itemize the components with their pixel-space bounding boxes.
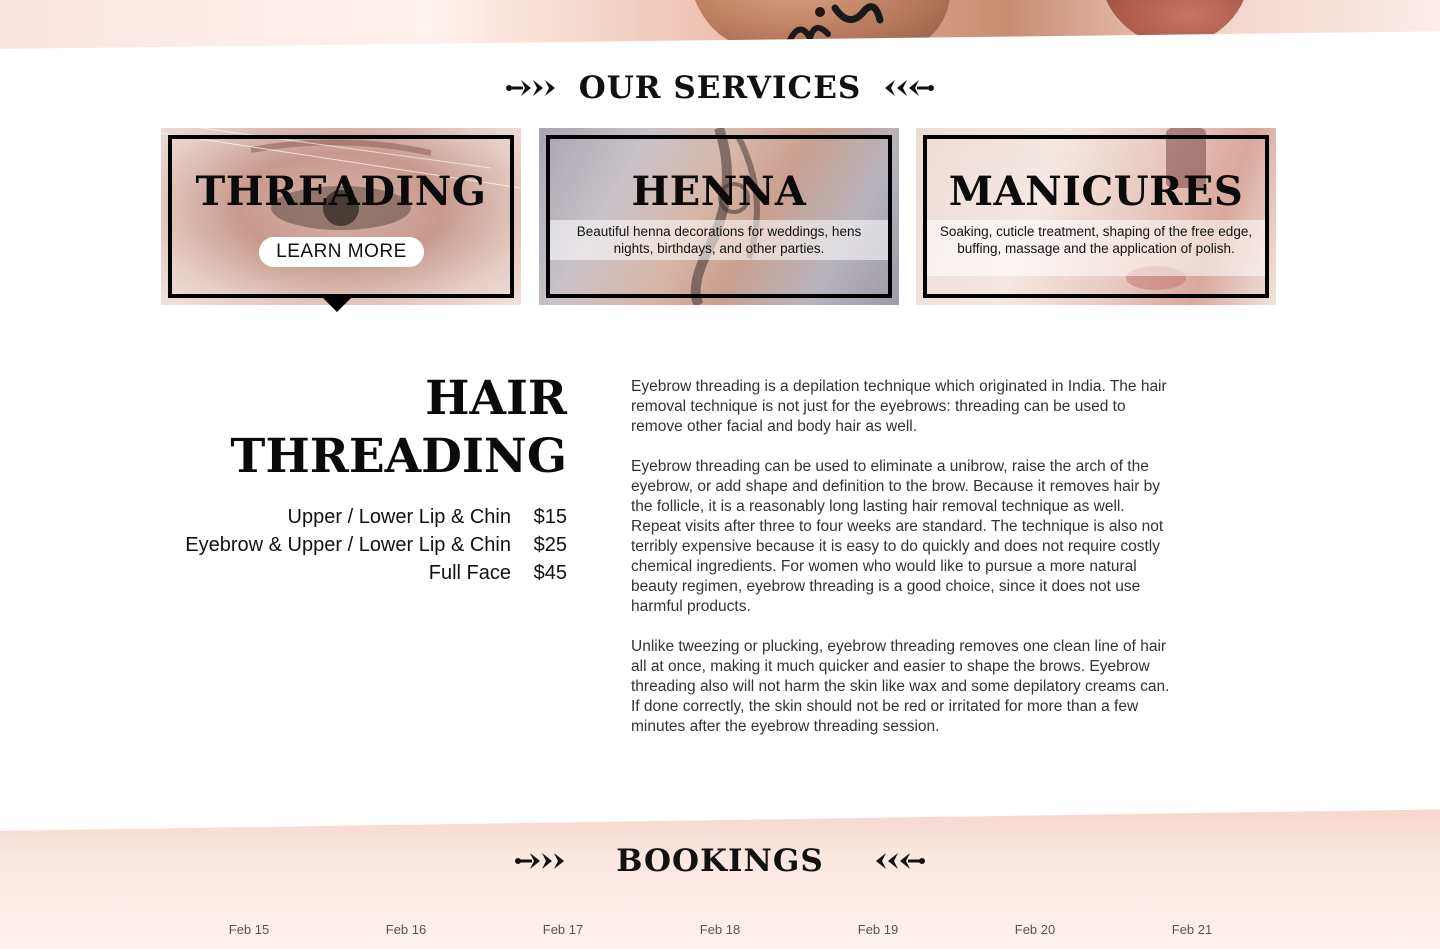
arrow-ornament-left-icon xyxy=(505,80,555,96)
price-list: Upper / Lower Lip & Chin $15 Eyebrow & U… xyxy=(185,503,567,587)
date-column-header[interactable]: Feb 17 xyxy=(523,922,603,937)
card-title-henna: HENNA xyxy=(631,168,807,215)
service-card-manicures[interactable]: MANICURES Soaking, cuticle treatment, sh… xyxy=(916,128,1276,305)
price-amount: $15 xyxy=(533,506,567,528)
price-item-name: Upper / Lower Lip & Chin xyxy=(287,506,511,528)
detail-title-line1: HAIR xyxy=(425,371,567,426)
description-paragraph: Eyebrow threading is a depilation techni… xyxy=(631,378,1167,435)
date-column-header[interactable]: Feb 18 xyxy=(680,922,760,937)
card-title-threading: THREADING xyxy=(195,168,487,215)
date-column-header[interactable]: Feb 21 xyxy=(1152,922,1232,937)
price-row: Upper / Lower Lip & Chin $15 xyxy=(185,503,567,531)
price-item-name: Full Face xyxy=(428,562,511,584)
services-heading-text: OUR SERVICES xyxy=(578,70,862,106)
card-frame xyxy=(168,135,514,298)
detail-title: HAIR THREADING xyxy=(230,370,567,486)
card-title-manicures: MANICURES xyxy=(948,168,1244,215)
service-card-threading[interactable]: THREADING LEARN MORE xyxy=(161,128,521,305)
bookings-heading: BOOKINGS xyxy=(0,843,1440,879)
description-paragraph: Unlike tweezing or plucking, eyebrow thr… xyxy=(631,638,1170,735)
date-column-header[interactable]: Feb 19 xyxy=(838,922,918,937)
price-row: Eyebrow & Upper / Lower Lip & Chin $25 xyxy=(185,531,567,559)
arrow-ornament-right-icon xyxy=(875,853,925,869)
description-paragraph: Eyebrow threading can be used to elimina… xyxy=(631,458,1164,615)
price-amount: $25 xyxy=(533,534,567,556)
arrow-ornament-left-icon xyxy=(515,853,565,869)
detail-title-line2: THREADING xyxy=(230,429,567,484)
price-amount: $45 xyxy=(533,562,567,584)
bookings-heading-text: BOOKINGS xyxy=(616,843,824,879)
date-column-header[interactable]: Feb 20 xyxy=(995,922,1075,937)
card-description-henna: Beautiful henna decorations for weddings… xyxy=(576,224,862,256)
arrow-ornament-right-icon xyxy=(885,80,935,96)
date-column-header[interactable]: Feb 16 xyxy=(366,922,446,937)
learn-more-button[interactable]: LEARN MORE xyxy=(259,237,424,267)
detail-description: Eyebrow threading is a depilation techni… xyxy=(631,377,1171,757)
price-item-name: Eyebrow & Upper / Lower Lip & Chin xyxy=(185,534,511,556)
card-frame xyxy=(546,135,892,298)
date-column-header[interactable]: Feb 15 xyxy=(209,922,289,937)
price-row: Full Face $45 xyxy=(185,559,567,587)
card-description-manicures: Soaking, cuticle treatment, shaping of t… xyxy=(939,224,1253,256)
service-card-henna[interactable]: HENNA Beautiful henna decorations for we… xyxy=(539,128,899,305)
services-heading: OUR SERVICES xyxy=(0,70,1440,106)
active-card-pointer-icon xyxy=(322,297,352,312)
